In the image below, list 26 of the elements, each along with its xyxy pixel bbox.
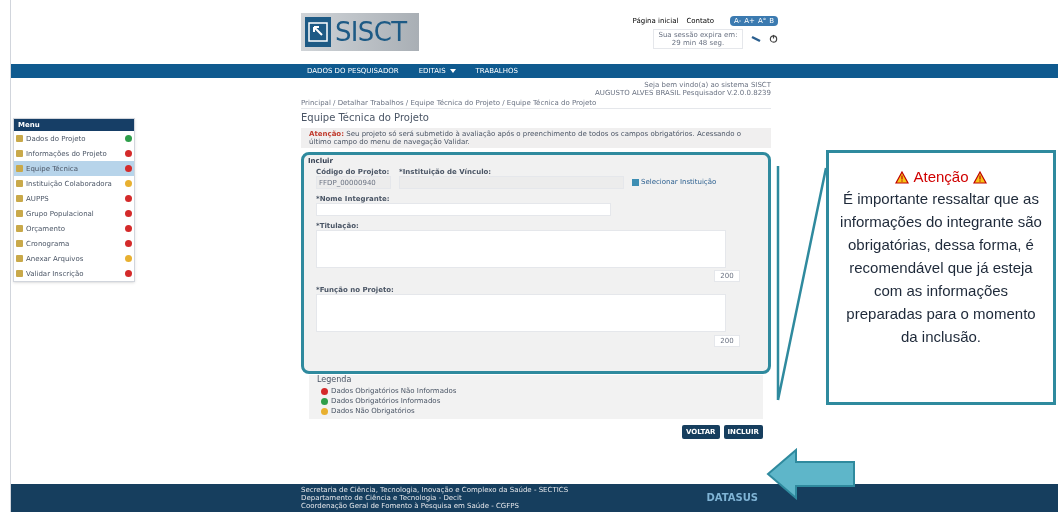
legend-title: Legenda (317, 375, 353, 385)
warning-icon (895, 170, 910, 184)
warning-icon (972, 170, 987, 184)
callout-text: É importante ressaltar que as informações do integrante são obrigatórias, dessa forma, é recomendável que já esteja com as informações preparadas para o momento da inclusão. (839, 189, 1043, 347)
building-icon (632, 178, 639, 186)
arrow-icon (766, 448, 856, 500)
sisct-logo[interactable]: SISCT (301, 13, 419, 51)
caret-icon (449, 69, 456, 73)
member-name-field[interactable] (316, 203, 611, 216)
menu-item-icon (16, 255, 23, 262)
cursor-icon (305, 17, 331, 47)
menu-item-icon (16, 210, 23, 217)
menu-item-icon (16, 135, 23, 142)
datasus-logo: DATASUS (706, 492, 758, 504)
education-textarea[interactable] (316, 230, 726, 268)
menu-item-icon (16, 225, 23, 232)
menu-item-icon (16, 180, 23, 187)
page-title: Equipe Técnica do Projeto (301, 112, 430, 124)
menu-item-icon (16, 195, 23, 202)
menu-item-icon (16, 240, 23, 247)
callout-title: Atenção (913, 167, 969, 187)
power-icon[interactable] (769, 34, 778, 43)
menu-item-icon (16, 150, 23, 157)
project-role-textarea[interactable] (316, 294, 726, 332)
menu-item-icon (16, 165, 23, 172)
menu-item-icon (16, 270, 23, 277)
